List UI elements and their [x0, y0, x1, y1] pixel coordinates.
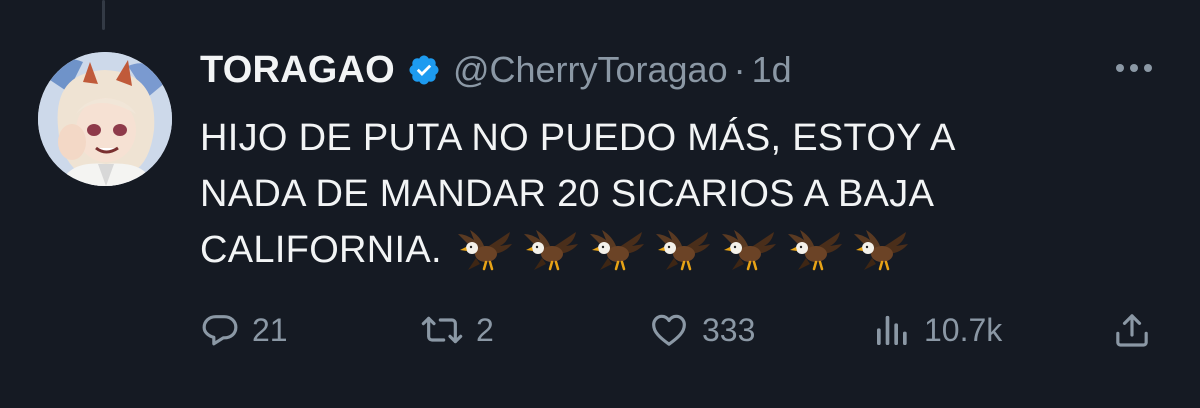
share-button[interactable] — [1112, 300, 1152, 360]
reply-icon — [200, 310, 240, 350]
views-count: 10.7k — [924, 311, 1003, 348]
retweet-icon — [420, 310, 464, 350]
reply-count: 21 — [252, 311, 288, 348]
heart-icon — [648, 310, 690, 350]
verified-badge-icon[interactable] — [407, 53, 441, 87]
avatar[interactable] — [38, 52, 172, 186]
eagle-emoji-icon — [720, 228, 778, 272]
avatar-image — [38, 52, 172, 186]
header-separator: · — [733, 49, 746, 90]
tweet-text-line: CALIFORNIA. — [200, 222, 1160, 278]
eagle-emoji-icon — [588, 228, 646, 272]
retweet-button[interactable]: 2 — [420, 300, 494, 360]
tweet-text-line-content: CALIFORNIA. — [200, 229, 442, 271]
views-button[interactable]: 10.7k — [872, 300, 1002, 360]
tweet-text-line: NADA DE MANDAR 20 SICARIOS A BAJA — [200, 173, 935, 215]
eagle-emoji-icon — [654, 228, 712, 272]
eagle-emoji-icon — [852, 228, 910, 272]
tweet-timestamp[interactable]: 1d — [752, 49, 792, 91]
eagle-emoji-icon — [786, 228, 844, 272]
eagle-emoji-group — [456, 228, 910, 272]
eagle-emoji-icon — [456, 228, 514, 272]
display-name[interactable]: TORAGAO — [200, 49, 395, 92]
like-button[interactable]: 333 — [648, 300, 755, 360]
user-handle[interactable]: @CherryToragao — [453, 49, 728, 91]
share-icon — [1112, 310, 1152, 350]
tweet-text: HIJO DE PUTA NO PUEDO MÁS, ESTOY A NADA … — [200, 110, 1160, 278]
tweet-text-line: HIJO DE PUTA NO PUEDO MÁS, ESTOY A — [200, 117, 956, 159]
like-count: 333 — [702, 311, 756, 348]
views-icon — [872, 310, 912, 350]
reply-button[interactable]: 21 — [200, 300, 288, 360]
eagle-emoji-icon — [522, 228, 580, 272]
more-options-icon[interactable] — [1110, 56, 1158, 80]
retweet-count: 2 — [476, 311, 494, 348]
thread-connector-line — [102, 0, 105, 30]
tweet-header: TORAGAO @CherryToragao · 1d — [200, 44, 792, 96]
tweet-actions: 21 2 333 10.7k — [200, 300, 1160, 360]
